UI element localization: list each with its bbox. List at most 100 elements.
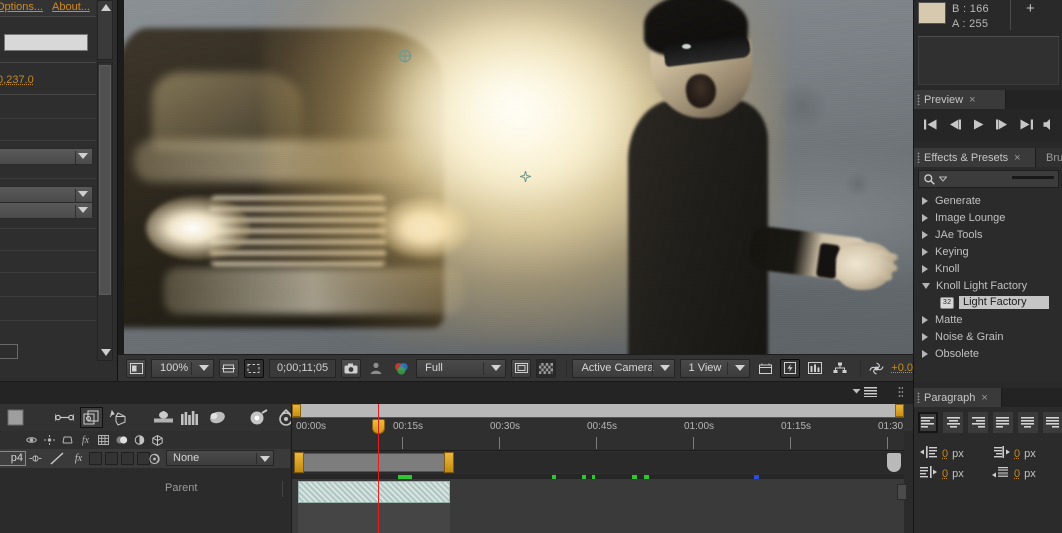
work-area-end-handle[interactable] xyxy=(444,452,454,473)
current-timecode[interactable]: 0;00;11;05 xyxy=(268,358,337,378)
video-switch-icon[interactable] xyxy=(24,433,39,448)
parent-dropdown[interactable]: None xyxy=(166,450,274,466)
motion-blur-icon[interactable] xyxy=(114,433,129,448)
always-preview-this-view-icon[interactable] xyxy=(126,358,146,378)
justify-last-right-icon[interactable] xyxy=(1043,412,1062,433)
shape-tool-icon[interactable] xyxy=(247,407,270,428)
fx-category-knoll-light-factory[interactable]: Knoll Light Factory xyxy=(914,277,1062,294)
previous-frame-icon[interactable] xyxy=(947,118,962,134)
fx-category-image-lounge[interactable]: Image Lounge xyxy=(914,209,1062,226)
scrollbar-thumb[interactable] xyxy=(99,65,111,295)
view-layout-dropdown[interactable]: 1 View xyxy=(679,358,751,378)
justify-last-center-icon[interactable] xyxy=(1018,412,1039,433)
layer-duration-bar[interactable] xyxy=(298,481,450,503)
layer-switch-3[interactable] xyxy=(121,452,134,465)
quality-icon[interactable] xyxy=(28,451,43,466)
justify-last-left-icon[interactable] xyxy=(993,412,1014,433)
channels-icon[interactable] xyxy=(391,359,411,378)
adjustment-layer-icon[interactable] xyxy=(132,433,147,448)
fx-category-matte[interactable]: Matte xyxy=(914,311,1062,328)
effect-dropdown-3[interactable] xyxy=(0,202,93,219)
camera-icon[interactable] xyxy=(341,358,362,378)
rotation-tool-icon[interactable] xyxy=(107,407,130,428)
effect-position-value[interactable]: .0,237.0 xyxy=(0,74,34,86)
effect-small-field[interactable] xyxy=(0,344,18,359)
camera-view-dropdown[interactable]: Active Camera xyxy=(572,358,675,378)
timeline-zoom-bar[interactable] xyxy=(292,404,904,418)
panel-scrollbar[interactable] xyxy=(97,62,113,361)
chevron-down-icon[interactable] xyxy=(938,173,948,185)
fx-category-generate[interactable]: Generate xyxy=(914,192,1062,209)
space-before-value[interactable]: 0 xyxy=(1014,468,1020,480)
search-input[interactable] xyxy=(918,170,1059,188)
close-icon[interactable]: × xyxy=(1014,152,1020,164)
fx-icon[interactable]: fx xyxy=(78,433,93,448)
options-link[interactable]: Options... xyxy=(0,1,43,13)
first-frame-icon[interactable] xyxy=(923,118,938,134)
indent-left-value[interactable]: 0 xyxy=(942,448,948,460)
effect-anchor-point-icon[interactable] xyxy=(398,49,412,63)
last-frame-icon[interactable] xyxy=(1019,118,1034,134)
zoom-level-dropdown[interactable]: 100% xyxy=(151,358,214,378)
fx-category-knoll[interactable]: Knoll xyxy=(914,260,1062,277)
space-before-field[interactable]: 0 px xyxy=(992,466,1036,481)
work-area[interactable] xyxy=(292,452,904,473)
first-line-indent-value[interactable]: 0 xyxy=(942,468,948,480)
close-icon[interactable]: × xyxy=(981,392,987,404)
region-of-interest-icon[interactable] xyxy=(218,358,239,378)
lock-switch-icon[interactable] xyxy=(60,433,75,448)
grids-guides-icon[interactable] xyxy=(805,359,825,378)
layer-switch-1[interactable] xyxy=(89,452,102,465)
timeline-layer-row[interactable]: p4 fx None xyxy=(0,449,290,468)
exposure-value[interactable]: +0.0 xyxy=(891,362,913,374)
fx-category-jae-tools[interactable]: JAe Tools xyxy=(914,226,1062,243)
pan-behind-icon[interactable] xyxy=(179,407,202,428)
next-frame-icon[interactable] xyxy=(995,118,1010,134)
align-right-icon[interactable] xyxy=(968,412,989,433)
work-area-start-handle[interactable] xyxy=(294,452,304,473)
3d-layer-icon[interactable] xyxy=(150,433,165,448)
fast-preview-icon[interactable] xyxy=(780,358,801,378)
align-center-icon[interactable] xyxy=(943,412,964,433)
color-swatch[interactable] xyxy=(918,2,946,24)
effect-dropdown-2[interactable] xyxy=(0,186,93,203)
transparency-grid-icon[interactable] xyxy=(243,358,264,378)
fx-category-obsolete[interactable]: Obsolete xyxy=(914,345,1062,362)
indent-right-field[interactable]: 0 px xyxy=(992,446,1036,461)
effect-secondary-point-icon[interactable] xyxy=(519,170,532,183)
tab-effects-presets[interactable]: Effects & Presets × xyxy=(914,148,1036,167)
panel-scrollbar-top[interactable] xyxy=(97,0,113,60)
fx-category-noise-grain[interactable]: Noise & Grain xyxy=(914,328,1062,345)
first-line-indent-field[interactable]: 0 px xyxy=(920,466,964,481)
resolution-dropdown[interactable]: Full xyxy=(416,358,507,378)
layer-name-field[interactable]: p4 xyxy=(0,451,26,466)
anchor-point-icon[interactable] xyxy=(80,407,103,428)
checkerboard-icon[interactable] xyxy=(536,358,557,378)
timeline-scroll-thumb[interactable] xyxy=(887,453,901,472)
pick-whip-icon[interactable] xyxy=(148,453,161,468)
quality-draft-icon[interactable] xyxy=(46,451,68,466)
layer-switch-2[interactable] xyxy=(105,452,118,465)
frame-blend-icon[interactable] xyxy=(96,433,111,448)
fx-category-keying[interactable]: Keying xyxy=(914,243,1062,260)
work-area-fill[interactable] xyxy=(298,453,450,472)
zoom-bar-right-handle[interactable] xyxy=(895,404,904,417)
effect-text-field[interactable] xyxy=(4,34,88,51)
composition-canvas[interactable] xyxy=(124,0,913,354)
tab-paragraph[interactable]: Paragraph × xyxy=(914,388,1002,407)
about-link[interactable]: About... xyxy=(52,1,90,13)
unified-camera-icon[interactable] xyxy=(152,407,175,428)
indent-left-field[interactable]: 0 px xyxy=(920,446,964,461)
audio-icon[interactable] xyxy=(1043,118,1055,134)
tab-preview[interactable]: Preview × xyxy=(914,90,1006,109)
zoom-bar-left-handle[interactable] xyxy=(292,404,301,417)
tab-brushes[interactable]: Brus xyxy=(1036,148,1062,167)
timeline-icon[interactable] xyxy=(755,359,775,378)
play-icon[interactable] xyxy=(971,118,986,134)
transform-handles-icon[interactable] xyxy=(53,407,76,428)
exposure-icon[interactable] xyxy=(866,359,886,378)
time-ruler[interactable]: 00:00s 00:15s 00:30s 00:45s 01:00s 01:15… xyxy=(292,419,904,451)
renderer-icon[interactable] xyxy=(830,359,850,378)
align-left-icon[interactable] xyxy=(918,412,939,433)
person-icon[interactable] xyxy=(366,359,386,378)
